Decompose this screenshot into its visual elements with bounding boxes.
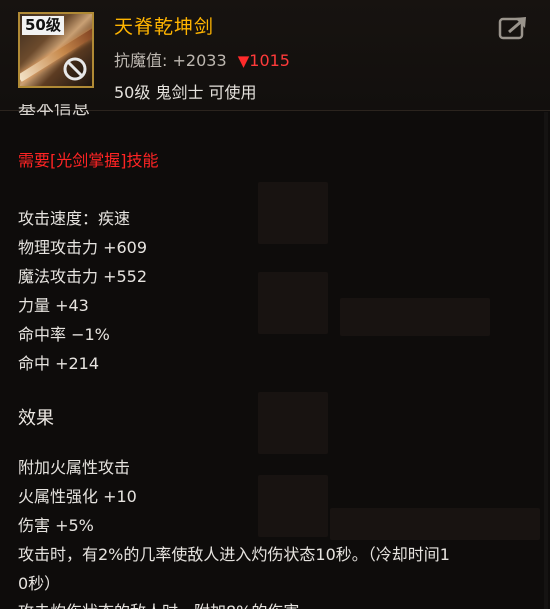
stat-physical-attack: 物理攻击力 +609 [18,238,148,257]
effect-line: 火属性强化 +10 [18,487,137,506]
item-icon: 50级 [18,12,94,88]
stat-label: 抗魔值: [114,51,168,70]
background-slot [258,182,328,244]
background-panel [340,298,490,336]
effect-line: 攻击灼伤状态的敌人时，附加8%的伤害 [18,598,299,609]
share-icon[interactable] [498,15,528,41]
effect-line: 附加火属性攻击 [18,458,131,477]
section-heading-cut: 基本信息 [18,104,90,118]
stat-strength: 力量 +43 [18,296,89,315]
background-panel [330,508,540,540]
effect-line: 伤害 +5% [18,516,94,535]
tooltip-header: 50级 天脊乾坤剑 抗魔值: +2033 ▼1015 50级 鬼剑士 可使用 [0,0,550,111]
stat-magic-attack: 魔法攻击力 +552 [18,267,148,286]
scrollbar[interactable] [544,112,548,609]
background-slot [258,475,328,537]
class-requirement: 50级 鬼剑士 可使用 [114,83,257,102]
stat-hit-rate: 命中率 −1% [18,325,110,344]
skill-requirement: 需要[光剑掌握]技能 [18,151,159,170]
item-tooltip: 50级 天脊乾坤剑 抗魔值: +2033 ▼1015 50级 鬼剑士 可使用 基… [0,0,550,609]
background-slot [258,272,328,334]
effects-title: 效果 [18,408,54,429]
stat-drop: 1015 [249,51,290,70]
stat-value: +2033 [172,51,227,70]
effect-line: 0秒） [18,574,61,593]
anti-magic-stat: 抗魔值: +2033 ▼1015 [114,47,290,71]
down-arrow-icon: ▼ [237,52,250,70]
background-slot [258,392,328,454]
stat-hit: 命中 +214 [18,354,100,373]
effect-line: 攻击时，有2%的几率使敌人进入灼伤状态10秒。（冷却时间1 [18,545,450,564]
prohibited-icon [63,57,87,81]
stat-attack-speed: 攻击速度：疾速 [18,209,131,228]
item-name: 天脊乾坤剑 [114,16,215,38]
level-badge: 50级 [22,16,64,35]
